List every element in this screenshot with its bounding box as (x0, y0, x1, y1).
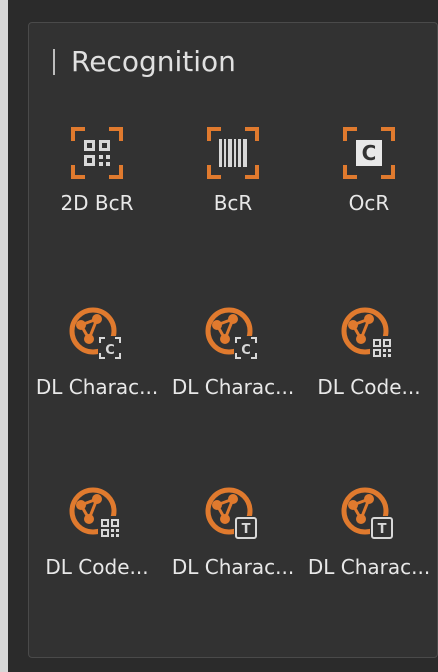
tool-label: DL Charac... (307, 555, 431, 579)
tool-dl-character-3[interactable]: T DL Charac... (165, 485, 301, 579)
panel-header: Recognition (53, 45, 236, 78)
tool-label: DL Code... (45, 555, 149, 579)
dl-network-c-icon: C (205, 307, 258, 360)
panel-title: Recognition (71, 45, 236, 78)
tool-window: Recognition 2D BcR BcR C OcR C DL Charac… (8, 0, 438, 672)
qr-code-icon (71, 127, 123, 179)
dl-network-t-icon: T (341, 487, 394, 540)
ocr-c-icon: C (343, 127, 395, 179)
tool-2d-bcr[interactable]: 2D BcR (29, 125, 165, 215)
dl-network-qr-icon (341, 307, 394, 360)
tool-label: DL Code... (317, 375, 421, 399)
svg-text:C: C (241, 343, 251, 358)
tool-label: BcR (213, 191, 253, 215)
tool-dl-code-2[interactable]: DL Code... (29, 485, 165, 579)
recognition-panel: Recognition 2D BcR BcR C OcR C DL Charac… (28, 22, 438, 658)
tool-dl-character-2[interactable]: C DL Charac... (165, 305, 301, 399)
svg-text:C: C (105, 343, 115, 358)
svg-text:C: C (362, 141, 377, 165)
tool-label: DL Charac... (35, 375, 159, 399)
svg-text:T: T (242, 522, 251, 537)
dl-network-t-icon: T (205, 487, 258, 540)
dl-network-c-icon: C (69, 307, 122, 360)
tool-dl-code-1[interactable]: DL Code... (301, 305, 437, 399)
tool-label: DL Charac... (171, 375, 295, 399)
header-accent-bar (53, 48, 55, 75)
svg-text:T: T (378, 522, 387, 537)
tool-label: 2D BcR (60, 191, 134, 215)
tool-dl-character-1[interactable]: C DL Charac... (29, 305, 165, 399)
barcode-icon (207, 127, 259, 179)
dl-network-qr-icon (69, 487, 122, 540)
tool-ocr[interactable]: C OcR (301, 125, 437, 215)
tool-bcr[interactable]: BcR (165, 125, 301, 215)
tool-label: OcR (348, 191, 390, 215)
tool-label: DL Charac... (171, 555, 295, 579)
tool-dl-character-4[interactable]: T DL Charac... (301, 485, 437, 579)
